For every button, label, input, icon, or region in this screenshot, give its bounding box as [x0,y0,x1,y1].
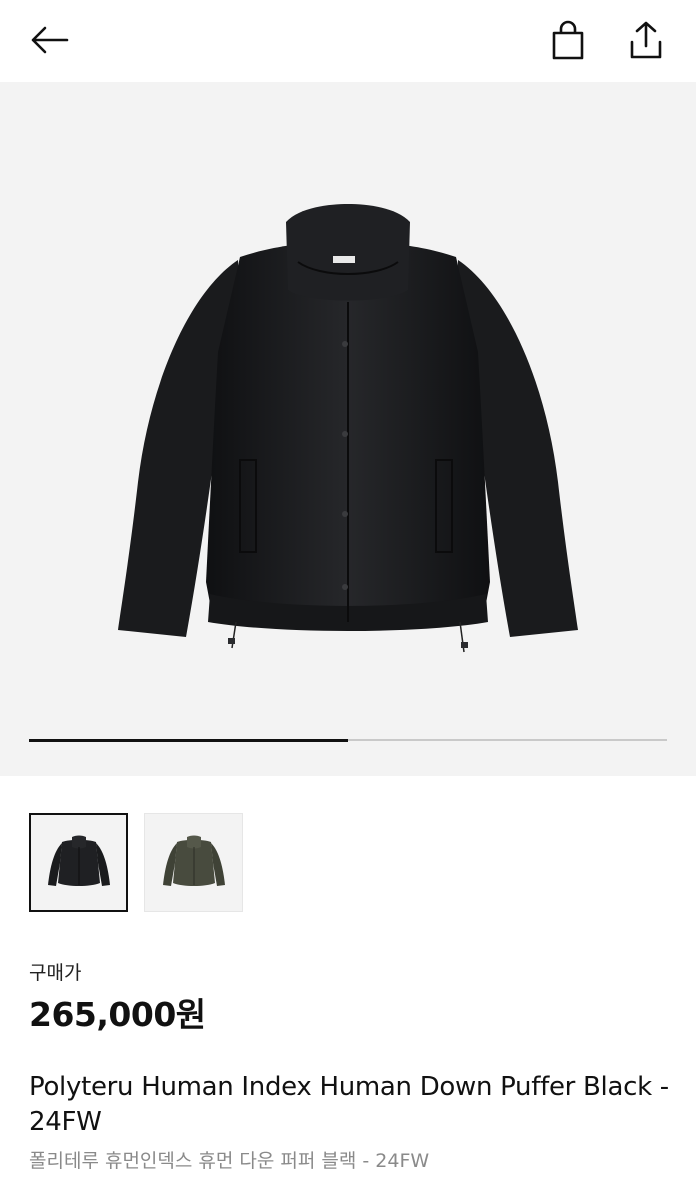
carousel-progress-bar [29,738,667,742]
product-title-korean: 폴리테루 휴먼인덱스 휴먼 다운 퍼퍼 블랙 - 24FW [29,1150,430,1172]
share-button[interactable] [624,18,668,62]
thumbnail-list [29,813,243,912]
product-image-carousel[interactable] [0,82,696,776]
puffer-jacket-image [118,204,578,653]
product-title-english: Polyteru Human Index Human Down Puffer B… [29,1072,669,1137]
top-app-bar [0,0,696,82]
share-upload-icon [630,21,662,59]
carousel-progress-fill [29,738,348,742]
shopping-bag-button[interactable] [546,18,590,62]
jacket-thumbnail-khaki-image [162,835,225,886]
jacket-thumbnail-black-image [47,835,110,886]
back-button[interactable] [27,18,71,62]
thumbnail-khaki[interactable] [144,813,243,912]
arrow-left-icon [31,26,69,54]
price-label: 구매가 [29,962,82,984]
product-price: 265,000원 [29,995,206,1034]
thumbnail-black[interactable] [29,813,128,912]
shopping-bag-icon [552,20,584,60]
